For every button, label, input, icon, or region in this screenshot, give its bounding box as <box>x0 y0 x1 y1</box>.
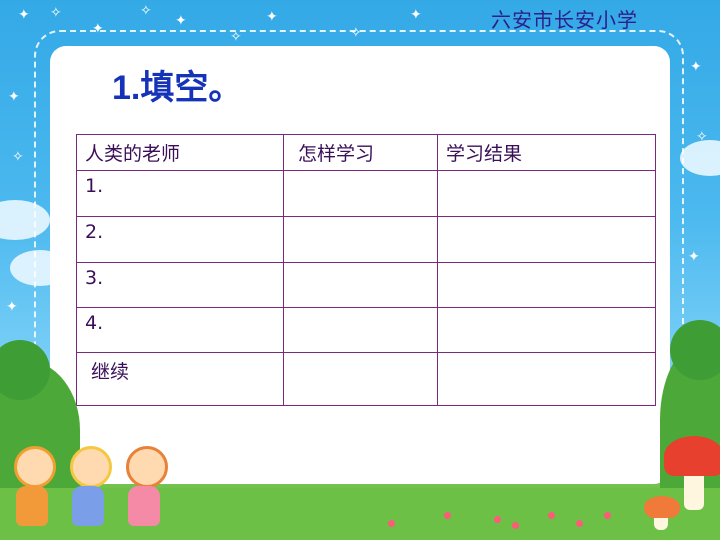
kid-body <box>72 486 104 526</box>
sparkle-icon: ✦ <box>18 7 30 23</box>
flower-icon <box>444 512 451 519</box>
school-name: 六安市长安小学 <box>491 8 638 32</box>
sparkle-icon: ✧ <box>12 149 24 165</box>
table-row: 3. <box>76 262 656 308</box>
cloud <box>680 140 720 176</box>
cartoon-kid <box>6 440 58 530</box>
table-cell[interactable] <box>437 262 656 308</box>
kid-body <box>16 486 48 526</box>
flower-icon <box>388 520 395 527</box>
table-cell[interactable] <box>283 216 438 263</box>
sparkle-icon: ✦ <box>690 59 702 75</box>
fill-in-table: 人类的老师 怎样学习 学习结果 1. 2. 3. 4. 继续 <box>76 134 656 406</box>
table-cell: 3. <box>76 262 284 308</box>
table-cell[interactable] <box>437 352 656 406</box>
kid-head <box>14 446 56 488</box>
table-cell: 1. <box>76 170 284 217</box>
sparkle-icon: ✦ <box>8 89 20 105</box>
flower-icon <box>494 516 501 523</box>
table-cell[interactable] <box>283 352 438 406</box>
table-cell[interactable] <box>437 307 656 353</box>
sparkle-icon: ✧ <box>50 5 62 21</box>
table-header-cell: 怎样学习 <box>283 134 438 171</box>
flower-icon <box>576 520 583 527</box>
sparkle-icon: ✦ <box>266 9 278 25</box>
table-row: 2. <box>76 216 656 263</box>
table-cell[interactable] <box>437 216 656 263</box>
table-header-cell: 学习结果 <box>437 134 656 171</box>
table-row: 1. <box>76 170 656 217</box>
table-header-row: 人类的老师 怎样学习 学习结果 <box>76 134 656 171</box>
table-cell[interactable] <box>283 170 438 217</box>
table-row: 4. <box>76 307 656 353</box>
mushroom-icon <box>644 496 680 518</box>
continue-link[interactable]: 继续 <box>76 352 284 406</box>
flower-icon <box>548 512 555 519</box>
cartoon-kid <box>62 440 114 530</box>
table-row: 继续 <box>76 352 656 406</box>
table-cell[interactable] <box>283 262 438 308</box>
kid-body <box>128 486 160 526</box>
kid-head <box>126 446 168 488</box>
table-cell: 4. <box>76 307 284 353</box>
sparkle-icon: ✦ <box>6 299 18 315</box>
mushroom-icon <box>664 436 720 476</box>
table-cell[interactable] <box>283 307 438 353</box>
flower-icon <box>512 522 519 529</box>
table-header-cell: 人类的老师 <box>76 134 284 171</box>
sparkle-icon: ✦ <box>410 7 422 23</box>
page-title: 1.填空。 <box>112 69 243 107</box>
sparkle-icon: ✦ <box>688 249 700 265</box>
cartoon-kid <box>118 440 170 530</box>
table-cell: 2. <box>76 216 284 263</box>
mushroom-stem <box>684 470 704 510</box>
table-cell[interactable] <box>437 170 656 217</box>
flower-icon <box>604 512 611 519</box>
sparkle-icon: ✦ <box>175 13 187 29</box>
kid-head <box>70 446 112 488</box>
sparkle-icon: ✧ <box>140 3 152 19</box>
